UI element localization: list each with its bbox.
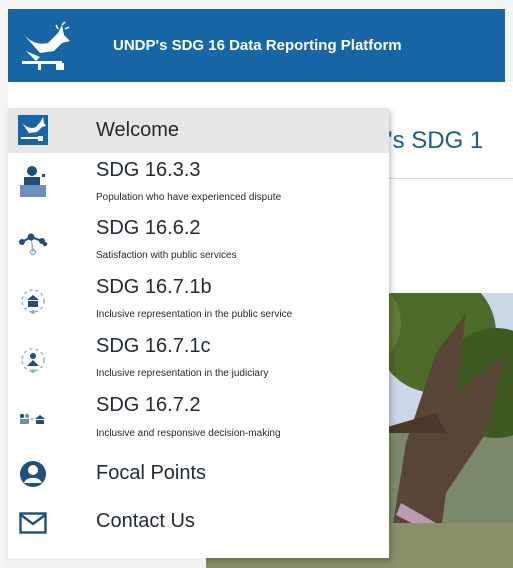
menu-item-label: SDG 16.3.3 xyxy=(96,159,201,181)
site-title[interactable]: UNDP's SDG 16 Data Reporting Platform xyxy=(113,37,402,54)
menu-item-description: Inclusive representation in the judiciar… xyxy=(96,368,269,379)
menu-item-description: Satisfaction with public services xyxy=(96,250,237,261)
menu-item-label: SDG 16.6.2 xyxy=(96,217,201,239)
network-nodes-icon xyxy=(18,228,48,258)
footer-strip xyxy=(8,558,206,568)
menu-item-label: Focal Points xyxy=(96,462,207,484)
menu-item-label: Welcome xyxy=(96,119,179,141)
menu-item-contact-us[interactable]: Contact Us xyxy=(8,496,389,546)
envelope-icon xyxy=(18,508,48,538)
menu-item-description: Inclusive and responsive decision-making xyxy=(96,428,281,439)
app-window: UNDP's SDG 16 Data Reporting Platform 's… xyxy=(0,0,513,568)
dispute-person-icon xyxy=(18,166,48,197)
menu-item-welcome[interactable]: Welcome xyxy=(8,108,389,153)
judiciary-icon xyxy=(18,345,48,375)
menu-item-sdg-16-7-1c[interactable]: SDG 16.7.1c Inclusive representation in … xyxy=(8,329,389,388)
menu-item-description: Population who have experienced dispute xyxy=(96,192,282,203)
menu-item-sdg-16-7-2[interactable]: SDG 16.7.2 Inclusive and responsive deci… xyxy=(8,388,389,448)
heading-divider xyxy=(388,178,513,179)
menu-item-label: SDG 16.7.2 xyxy=(96,394,201,416)
public-service-icon xyxy=(18,286,48,316)
menu-item-sdg-16-3-3[interactable]: SDG 16.3.3 Population who have experienc… xyxy=(8,153,389,211)
menu-item-description: Inclusive representation in the public s… xyxy=(96,309,293,320)
navigation-dropdown-menu: Welcome SDG 16.3.3 Population who have e… xyxy=(8,108,389,558)
page-heading: 's SDG 1 xyxy=(388,127,484,154)
menu-item-label: SDG 16.7.1b xyxy=(96,276,212,298)
dove-icon xyxy=(18,115,48,145)
decision-making-icon xyxy=(18,404,48,434)
menu-item-focal-points[interactable]: Focal Points xyxy=(8,448,389,496)
menu-item-label: SDG 16.7.1c xyxy=(96,335,211,357)
top-header-bar: UNDP's SDG 16 Data Reporting Platform xyxy=(8,9,505,82)
dove-logo-icon[interactable] xyxy=(18,20,74,71)
menu-item-sdg-16-6-2[interactable]: SDG 16.6.2 Satisfaction with public serv… xyxy=(8,211,389,270)
menu-item-label: Contact Us xyxy=(96,510,195,532)
user-circle-icon xyxy=(18,459,48,489)
menu-item-sdg-16-7-1b[interactable]: SDG 16.7.1b Inclusive representation in … xyxy=(8,270,389,329)
